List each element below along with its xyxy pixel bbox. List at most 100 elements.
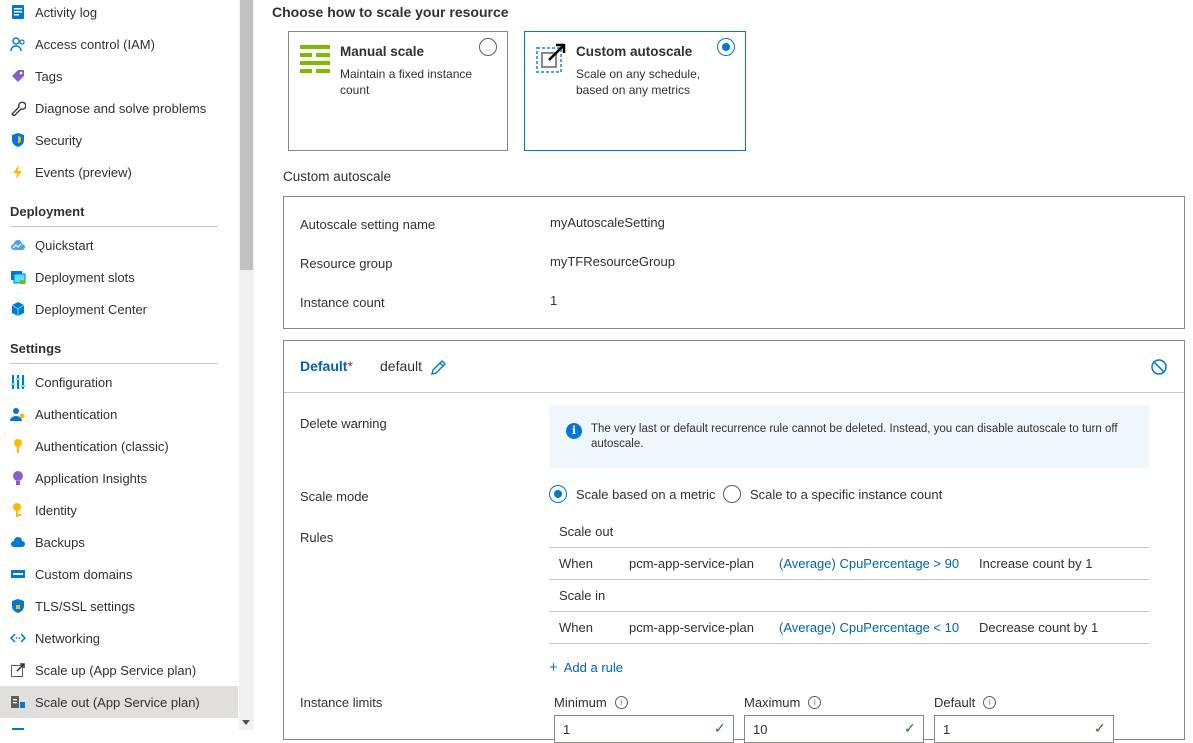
custom-autoscale-radio[interactable] [717,38,735,56]
delete-warning-label: Delete warning [300,416,387,431]
manual-scale-description: Maintain a fixed instance count [340,67,473,97]
sidebar-item-identity[interactable]: Identity [0,494,238,526]
maximum-input[interactable] [744,715,924,743]
sidebar-item-activity-log[interactable]: Activity log [0,0,238,28]
sidebar-item-access-control[interactable]: Access control (IAM) [0,28,238,60]
user-key-icon [10,406,26,422]
manual-scale-radio[interactable] [479,38,497,56]
info-icon: i [566,423,582,439]
rule-metric-link[interactable]: (Average) CpuPercentage < 10 [779,620,959,635]
lightning-icon [10,164,26,180]
sidebar-item-label: Tags [35,68,63,84]
scrollbar-thumb[interactable] [240,0,253,270]
setting-name-value: myAutoscaleSetting [550,215,665,230]
profile-subtitle: default [380,358,423,374]
sidebar-item-label: Application Insights [35,470,148,486]
sidebar-item-label: Quickstart [35,237,94,253]
sidebar-item-quickstart[interactable]: Quickstart [0,229,238,261]
scale-out-rule-row[interactable]: When pcm-app-service-plan (Average) CpuP… [549,548,1149,580]
sidebar-item-label: Deployment Center [35,301,147,317]
valid-check-icon: ✓ [1094,720,1106,736]
scale-in-header: Scale in [549,580,1149,612]
domain-icon [10,566,26,582]
deployment-slots-icon [10,269,26,285]
sidebar-item-custom-domains[interactable]: Custom domains [0,558,238,590]
info-icon[interactable]: i [808,696,822,709]
rule-when: When [559,620,593,635]
sidebar-item-authentication[interactable]: Authentication [0,398,238,430]
sidebar-item-events[interactable]: Events (preview) [0,156,238,188]
default-input[interactable] [934,715,1114,743]
sidebar-item-label: Security [35,132,82,148]
custom-autoscale-icon [536,43,566,73]
scale-mode-instance-label: Scale to a specific instance count [750,486,943,502]
sidebar-item-diagnose[interactable]: Diagnose and solve problems [0,92,238,124]
sidebar-item-partial[interactable] [0,718,238,730]
valid-check-icon: ✓ [904,720,916,736]
warning-text: The very last or default recurrence rule… [591,423,1118,450]
sidebar-item-label: Deployment slots [35,269,135,285]
scroll-down-arrow-icon[interactable] [242,720,250,725]
sidebar-item-deployment-center[interactable]: Deployment Center [0,293,238,325]
valid-check-icon: ✓ [714,720,726,736]
scale-out-blade: Choose how to scale your resource Manual… [255,0,1193,743]
disable-autoscale-icon[interactable] [1150,358,1168,376]
info-icon[interactable]: i [983,696,997,709]
sidebar-item-label: Scale up (App Service plan) [35,662,197,678]
manual-scale-card[interactable]: Manual scale Maintain a fixed instance c… [288,31,508,151]
rule-metric-link[interactable]: (Average) CpuPercentage > 90 [779,556,959,571]
plus-icon: + [549,659,558,676]
delete-warning-message: i The very last or default recurrence ru… [549,405,1149,468]
sidebar-section-deployment: Deployment [10,197,218,227]
sidebar-item-label: Activity log [35,4,98,20]
sidebar-item-scale-out[interactable]: Scale out (App Service plan) [0,686,238,718]
info-icon[interactable]: i [614,696,628,709]
resource-group-label: Resource group [300,256,393,271]
sidebar-item-label: Custom domains [35,566,133,582]
custom-autoscale-card[interactable]: Custom autoscale Scale on any schedule, … [524,31,746,151]
sidebar-section-settings: Settings [10,334,218,364]
minimum-label: Minimum i [554,695,628,710]
sidebar-item-label: Identity [35,502,77,518]
sidebar-item-authentication-classic[interactable]: Authentication (classic) [0,430,238,462]
setting-name-label: Autoscale setting name [300,217,436,232]
scale-mode-metric-option[interactable]: Scale based on a metric [549,485,715,503]
sidebar-item-label: Configuration [35,374,113,390]
sidebar-item-scale-up[interactable]: Scale up (App Service plan) [0,654,238,686]
cube-icon [10,301,26,317]
default-profile-box: Default* default Delete warning i The ve… [283,340,1185,743]
instance-count-value: 1 [550,293,558,308]
sidebar-item-networking[interactable]: Networking [0,622,238,654]
sidebar-item-tls-ssl[interactable]: TLS/SSL settings [0,590,238,622]
tag-icon [10,68,26,84]
sidebar-item-security[interactable]: Security [0,124,238,156]
rules-label: Rules [300,530,334,545]
edit-pencil-icon[interactable] [430,358,448,376]
scale-mode-instance-radio[interactable] [723,485,741,503]
sidebar-item-application-insights[interactable]: Application Insights [0,462,238,494]
scale-mode-metric-radio[interactable] [549,485,567,503]
sidebar-item-configuration[interactable]: Configuration [0,366,238,398]
manual-scale-title: Manual scale [340,44,425,59]
sidebar-item-label: Networking [35,630,101,646]
activity-log-icon [10,4,26,20]
scale-in-rule-row[interactable]: When pcm-app-service-plan (Average) CpuP… [549,612,1149,644]
minimum-input[interactable] [554,715,734,743]
sidebar-item-label: Authentication (classic) [35,438,169,454]
autoscale-settings-box: Autoscale setting name myAutoscaleSettin… [283,196,1185,329]
sidebar-item-tags[interactable]: Tags [0,60,238,92]
instance-limits-label: Instance limits [300,695,383,710]
resource-menu-sidebar: Activity log Access control (IAM) Tags D… [0,0,238,730]
rule-action: Decrease count by 1 [979,620,1099,635]
add-rule-link[interactable]: + Add a rule [549,659,623,676]
sidebar-scrollbar[interactable] [239,0,254,730]
custom-autoscale-section-label: Custom autoscale [283,169,392,184]
shield-icon [10,132,26,148]
rule-resource: pcm-app-service-plan [629,620,754,635]
profile-name: Default* [300,358,353,374]
sidebar-item-deployment-slots[interactable]: Deployment slots [0,261,238,293]
scale-mode-instance-option[interactable]: Scale to a specific instance count [723,485,942,503]
sidebar-item-backups[interactable]: Backups [0,526,238,558]
cloud-backup-icon [10,534,26,550]
custom-autoscale-title: Custom autoscale [576,44,693,59]
